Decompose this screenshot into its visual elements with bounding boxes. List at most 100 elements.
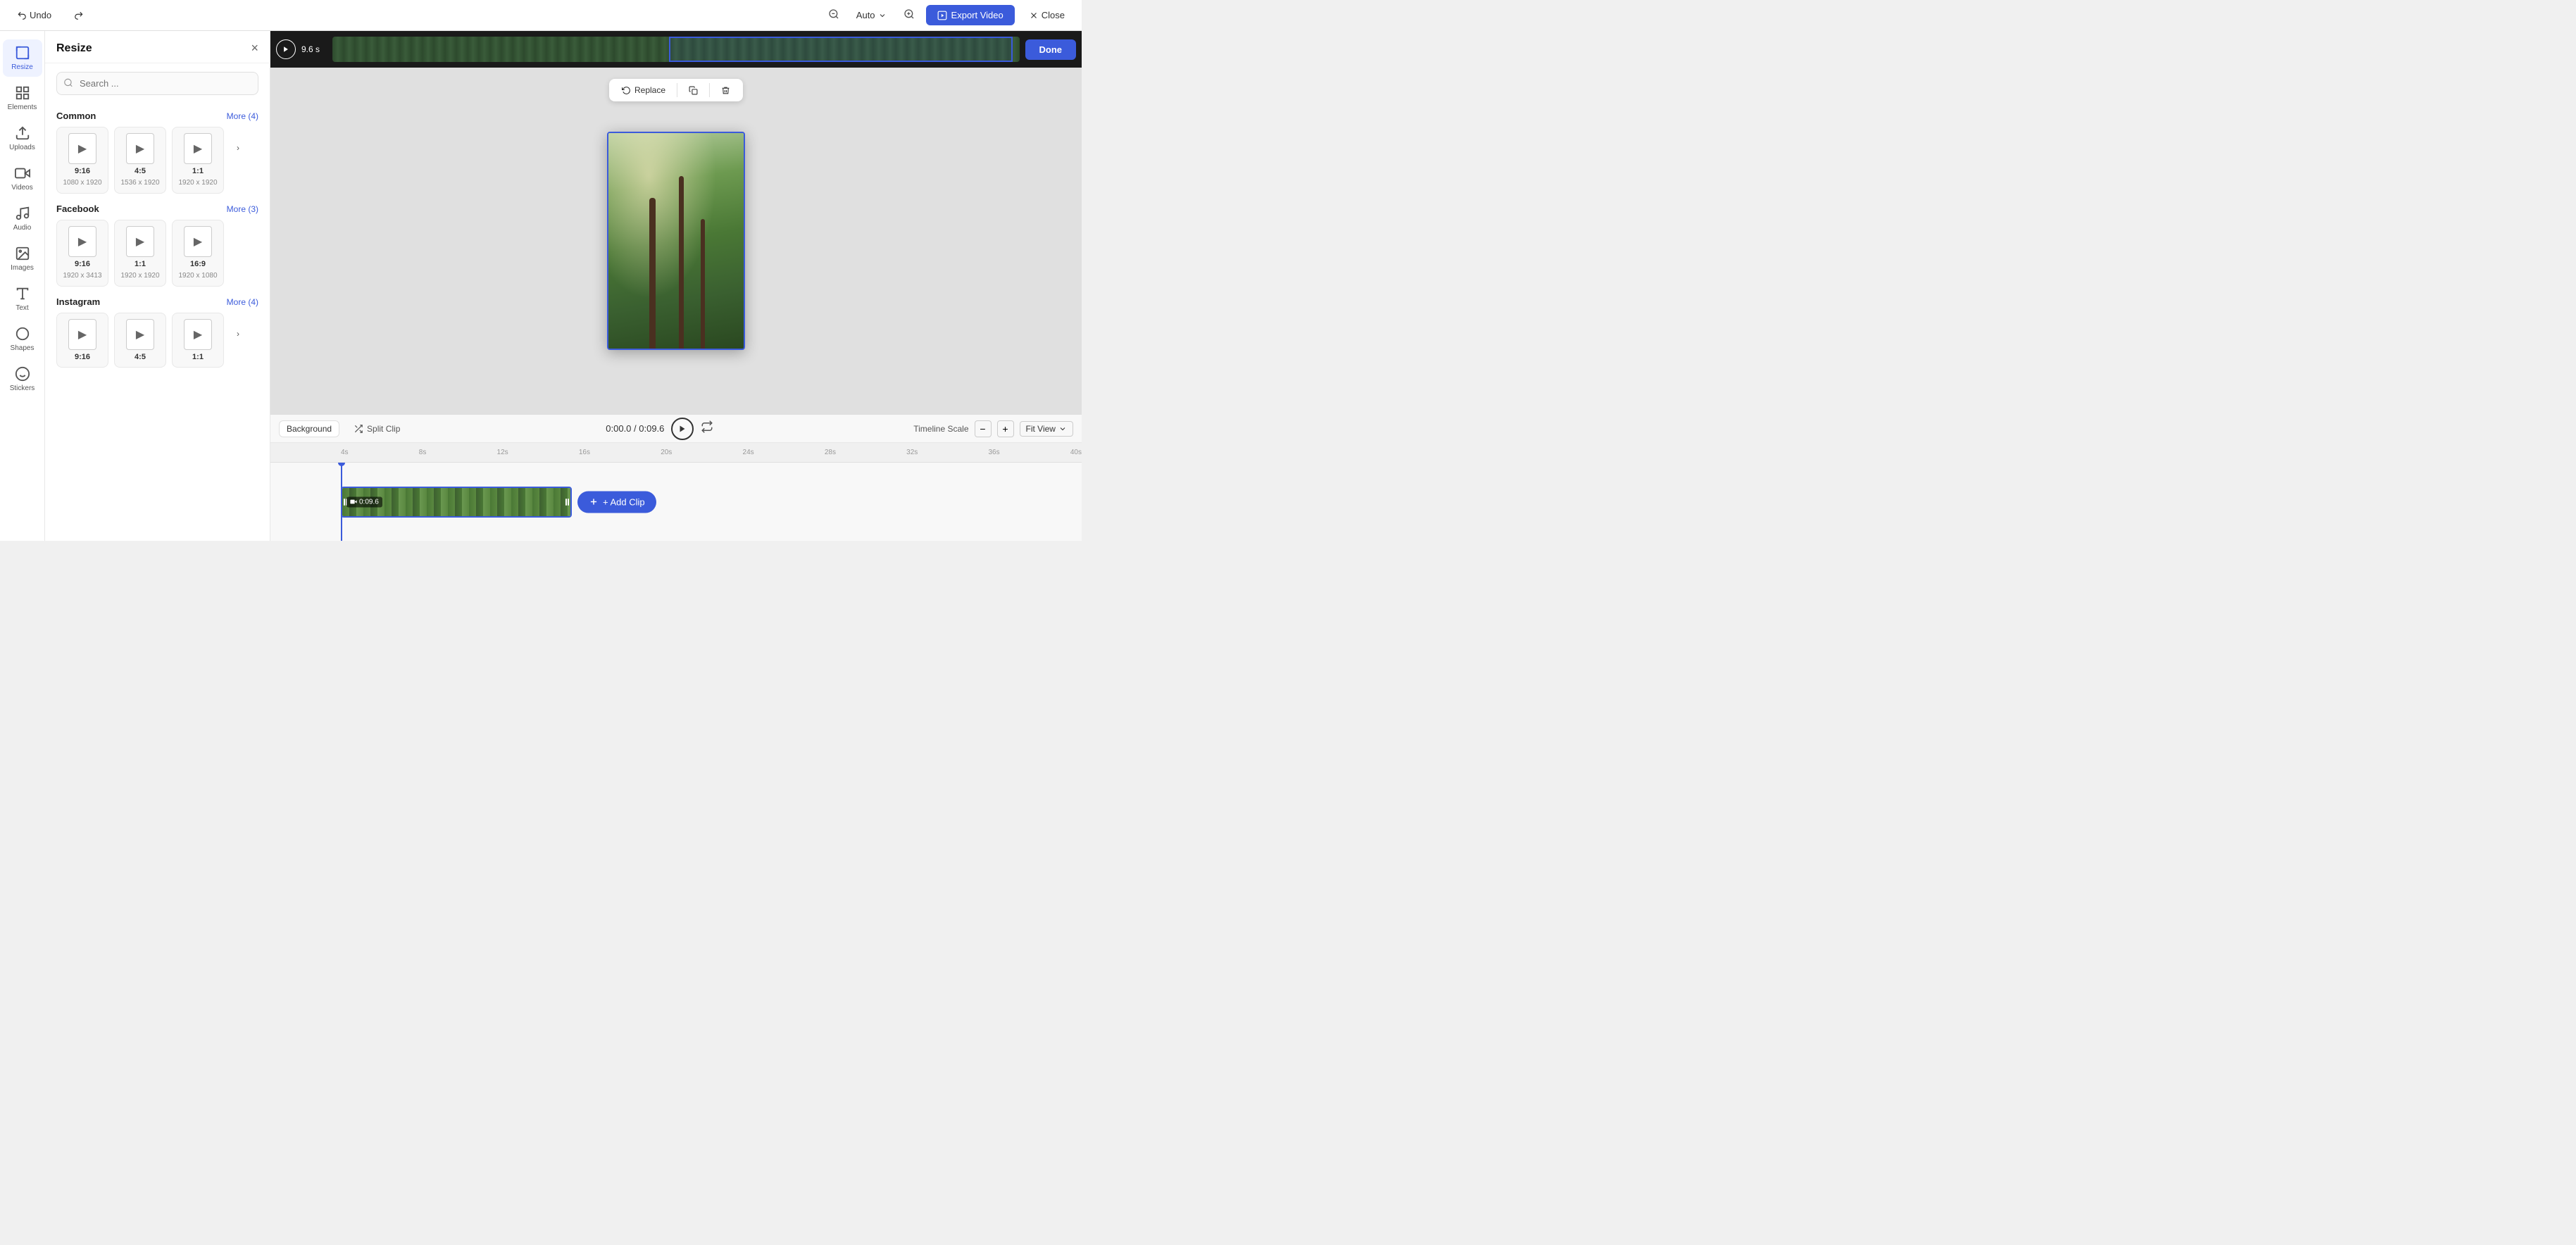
sidebar-item-audio[interactable]: Audio: [3, 200, 42, 237]
size-card-instagram-45[interactable]: ▶ 4:5: [114, 313, 166, 368]
ratio-label: 9:16: [75, 260, 90, 268]
size-card-icon: ▶: [184, 319, 212, 350]
copy-button[interactable]: [682, 82, 705, 99]
close-resize-panel-button[interactable]: ×: [251, 41, 258, 56]
play-icon: [678, 425, 687, 433]
images-icon: [15, 246, 30, 261]
left-icon-sidebar: Resize Elements Uploads Videos Audio Ima…: [0, 31, 45, 541]
resize-panel: Resize × Common More (4) ▶ 9:16 1080 x 1…: [45, 31, 270, 541]
size-card-facebook-169[interactable]: ▶ 16:9 1920 x 1080: [172, 220, 224, 287]
facebook-cards-row: ▶ 9:16 1920 x 3413 ▶ 1:1 1920 x 1920 ▶ 1…: [56, 220, 258, 287]
sidebar-item-images[interactable]: Images: [3, 240, 42, 277]
ruler-mark-4s: 4s: [341, 449, 349, 456]
sidebar-item-shapes[interactable]: Shapes: [3, 320, 42, 358]
facebook-more-button[interactable]: More (3): [227, 204, 258, 214]
tree-trunk-3: [701, 219, 705, 349]
filmstrip-play-button[interactable]: [276, 39, 296, 59]
tree-trunk-2: [679, 176, 684, 349]
size-card-instagram-916[interactable]: ▶ 9:16: [56, 313, 108, 368]
redo-button[interactable]: [68, 8, 89, 23]
playhead-dot: [338, 463, 345, 466]
elements-icon: [15, 85, 30, 101]
export-video-button[interactable]: Export Video: [926, 5, 1015, 25]
replace-icon: [622, 86, 631, 95]
ruler-mark-8s: 8s: [419, 449, 427, 456]
video-preview: [607, 132, 745, 350]
fit-view-button[interactable]: Fit View: [1020, 421, 1073, 437]
close-button[interactable]: Close: [1023, 7, 1070, 23]
clip-video-icon: [350, 499, 357, 506]
action-toolbar: Replace: [609, 79, 743, 101]
zoom-in-button[interactable]: [901, 6, 918, 25]
canvas-area: Replace: [270, 68, 1082, 414]
scale-minus-button[interactable]: −: [975, 420, 992, 437]
filmstrip: [332, 37, 1020, 62]
clip-duration-badge: 0:09.6: [346, 496, 382, 507]
resize-icon: [15, 45, 30, 61]
clip-resize-handle-right[interactable]: [565, 488, 570, 516]
zoom-auto-dropdown[interactable]: Auto: [851, 7, 892, 23]
section-instagram-header: Instagram More (4): [56, 296, 258, 307]
chevron-down-icon: [1058, 425, 1067, 433]
instagram-more-arrow[interactable]: ›: [230, 318, 246, 349]
resize-panel-header: Resize ×: [45, 31, 270, 63]
dims-label: 1920 x 3413: [63, 271, 101, 280]
ratio-label: 16:9: [190, 260, 206, 268]
dims-label: 1080 x 1920: [63, 178, 101, 187]
sidebar-item-videos[interactable]: Videos: [3, 160, 42, 197]
loop-button[interactable]: [701, 420, 713, 437]
videos-icon: [15, 165, 30, 181]
dims-label: 1920 x 1920: [178, 178, 217, 187]
app-body: Resize Elements Uploads Videos Audio Ima…: [0, 31, 1082, 541]
done-button[interactable]: Done: [1025, 39, 1077, 60]
play-pause-button[interactable]: [671, 418, 694, 440]
search-input[interactable]: [56, 72, 258, 95]
split-clip-icon: [354, 424, 363, 434]
toolbar-divider-2: [709, 83, 710, 97]
ratio-label: 4:5: [135, 353, 146, 361]
sidebar-item-text[interactable]: Text: [3, 280, 42, 318]
replace-button[interactable]: Replace: [615, 82, 673, 99]
ruler-mark-36s: 36s: [989, 449, 1000, 456]
size-card-instagram-11[interactable]: ▶ 1:1: [172, 313, 224, 368]
search-box: [56, 72, 258, 95]
sidebar-item-resize[interactable]: Resize: [3, 39, 42, 77]
delete-icon: [721, 86, 730, 95]
zoom-out-button[interactable]: [825, 6, 842, 25]
size-card-facebook-11[interactable]: ▶ 1:1 1920 x 1920: [114, 220, 166, 287]
timeline-tracks: 0:09.6 + Add Clip: [270, 463, 1082, 541]
size-card-icon: ▶: [126, 133, 154, 164]
add-clip-button[interactable]: + Add Clip: [577, 491, 656, 513]
instagram-more-button[interactable]: More (4): [227, 297, 258, 307]
tree-trunk-1: [649, 198, 656, 349]
delete-button[interactable]: [714, 82, 737, 99]
ruler-mark-40s: 40s: [1070, 449, 1082, 456]
time-display: 0:00.0 / 0:09.6: [606, 423, 664, 434]
ruler-mark-12s: 12s: [497, 449, 508, 456]
uploads-icon: [15, 125, 30, 141]
ratio-label: 1:1: [192, 167, 204, 175]
video-forest-bg: [608, 133, 744, 349]
common-more-button[interactable]: More (4): [227, 111, 258, 121]
main-area: 9.6 s Done Replace: [270, 31, 1082, 541]
audio-icon: [15, 206, 30, 221]
size-card-icon: ▶: [126, 319, 154, 350]
sidebar-item-stickers[interactable]: Stickers: [3, 361, 42, 398]
ruler-mark-32s: 32s: [906, 449, 918, 456]
common-more-arrow[interactable]: ›: [230, 132, 246, 163]
video-clip[interactable]: 0:09.6: [341, 487, 572, 518]
background-tag[interactable]: Background: [279, 420, 339, 437]
size-card-916-1080[interactable]: ▶ 9:16 1080 x 1920: [56, 127, 108, 194]
scale-plus-button[interactable]: +: [997, 420, 1014, 437]
undo-button[interactable]: Undo: [11, 7, 57, 23]
size-card-45-1536[interactable]: ▶ 4:5 1536 x 1920: [114, 127, 166, 194]
topbar-left: Undo: [11, 7, 89, 23]
sidebar-item-elements[interactable]: Elements: [3, 80, 42, 117]
split-clip-button[interactable]: Split Clip: [348, 421, 406, 437]
size-card-11-1920[interactable]: ▶ 1:1 1920 x 1920: [172, 127, 224, 194]
timeline-toolbar: Background Split Clip 0:00.0 / 0:09.6: [270, 415, 1082, 443]
panel-content: Common More (4) ▶ 9:16 1080 x 1920 ▶ 4:5…: [45, 101, 270, 541]
ratio-label: 1:1: [192, 353, 204, 361]
size-card-facebook-916[interactable]: ▶ 9:16 1920 x 3413: [56, 220, 108, 287]
sidebar-item-uploads[interactable]: Uploads: [3, 120, 42, 157]
